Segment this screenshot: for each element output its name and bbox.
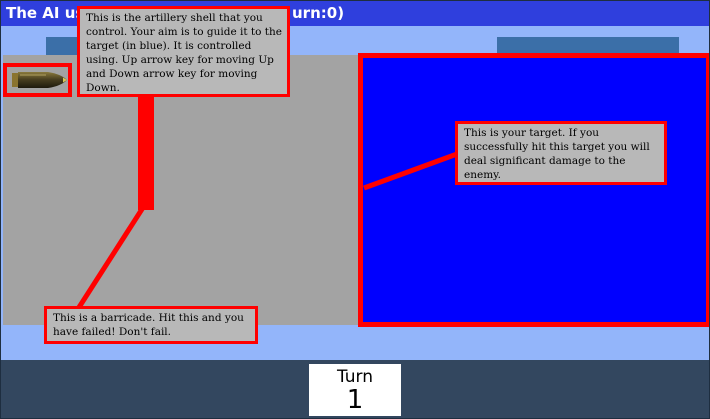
- target-tooltip-text: This is your target. If you successfully…: [464, 127, 650, 181]
- turn-label: Turn: [336, 367, 374, 387]
- shell-tooltip: This is the artillery shell that you con…: [77, 6, 290, 97]
- target-pointer-line: [363, 151, 458, 191]
- barricade-tooltip: This is a barricade. Hit this and you ha…: [44, 306, 258, 344]
- target-tooltip: This is your target. If you successfully…: [455, 121, 667, 185]
- turn-value: 1: [346, 385, 364, 415]
- barricade-pointer-line: [73, 204, 147, 314]
- barricade-tooltip-text: This is a barricade. Hit this and you ha…: [53, 312, 244, 338]
- shell-tooltip-text: This is the artillery shell that you con…: [86, 12, 282, 94]
- shell-pointer-line: [138, 97, 154, 210]
- turn-counter: Turn 1: [309, 364, 401, 416]
